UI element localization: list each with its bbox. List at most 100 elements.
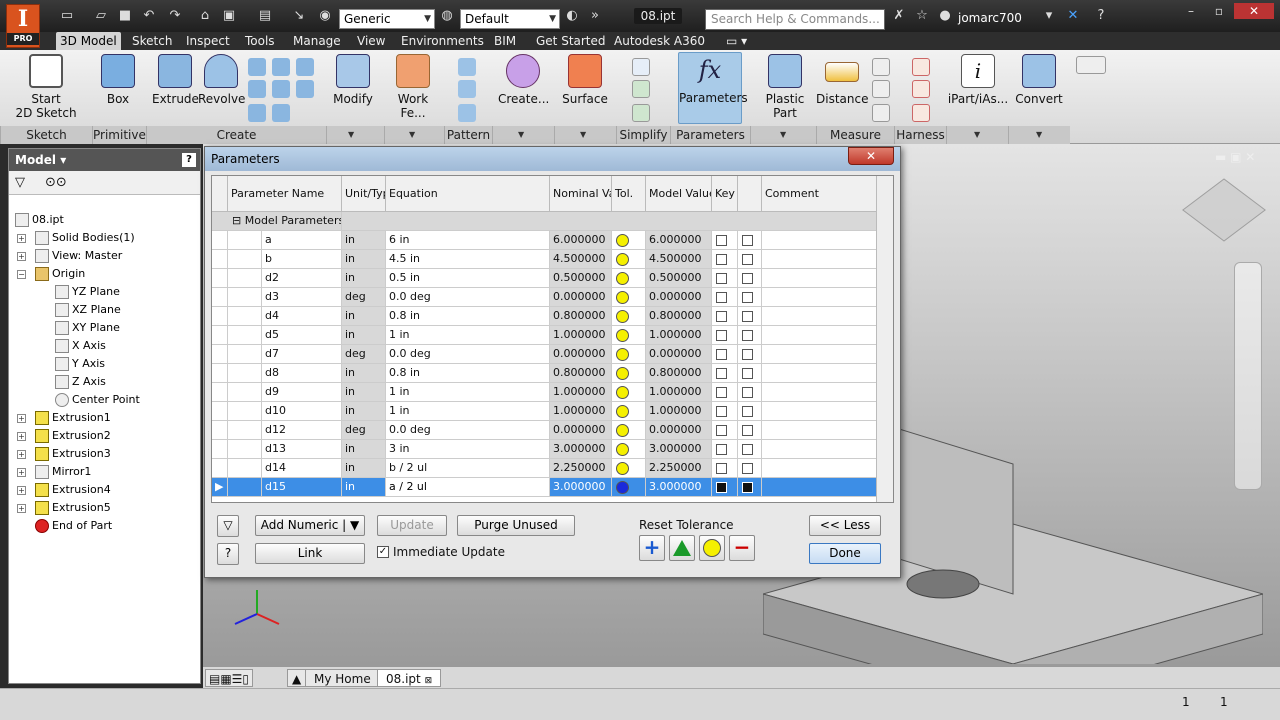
mirror-icon[interactable] xyxy=(458,104,476,122)
loft-icon[interactable] xyxy=(272,58,290,76)
checkbox[interactable] xyxy=(742,444,753,455)
open-file-icon[interactable]: ▱ xyxy=(92,8,110,24)
checkbox[interactable] xyxy=(742,368,753,379)
harness-wire-icon[interactable] xyxy=(912,58,930,76)
checkbox[interactable] xyxy=(716,482,727,493)
tab-3d-model[interactable]: 3D Model xyxy=(56,32,121,50)
immediate-update-checkbox[interactable]: ✓ xyxy=(377,546,389,558)
search-input[interactable]: Search Help & Commands... xyxy=(705,9,885,30)
checkbox[interactable] xyxy=(742,406,753,417)
find-binoculars-icon[interactable]: ⊙⊙ xyxy=(45,175,67,190)
export-cell[interactable] xyxy=(738,364,762,383)
comment-cell[interactable] xyxy=(762,440,877,459)
revolve-button[interactable]: Revolve xyxy=(198,54,245,106)
tree-item-x-axis[interactable]: X Axis xyxy=(55,337,106,355)
comment-cell[interactable] xyxy=(762,307,877,326)
expand-icon[interactable]: + xyxy=(17,450,26,459)
new-file-icon[interactable]: ▭ xyxy=(58,8,76,24)
comment-cell[interactable] xyxy=(762,402,877,421)
tolerance-cell[interactable] xyxy=(612,345,646,364)
close-window-icon[interactable]: ✕ xyxy=(1234,3,1274,19)
equation-cell[interactable]: 1 in xyxy=(386,383,550,402)
equation-cell[interactable]: 0.8 in xyxy=(386,307,550,326)
export-cell[interactable] xyxy=(738,459,762,478)
tree-item-end-of-part[interactable]: End of Part xyxy=(35,517,112,535)
checkbox[interactable] xyxy=(716,349,727,360)
select-icon[interactable]: ▤ xyxy=(256,8,274,24)
comment-cell[interactable] xyxy=(762,269,877,288)
checkbox[interactable] xyxy=(742,311,753,322)
tolerance-cell[interactable] xyxy=(612,383,646,402)
canvas-minimize-icon[interactable]: ▬ ▣ ✕ xyxy=(1215,150,1255,164)
comment-cell[interactable] xyxy=(762,421,877,440)
key-cell[interactable] xyxy=(712,326,738,345)
clear-appearance-icon[interactable]: ◐ xyxy=(563,8,581,24)
derive-icon[interactable] xyxy=(296,80,314,98)
header-nominal-value[interactable]: Nominal Valu xyxy=(550,176,612,212)
viewcube[interactable] xyxy=(1182,178,1266,242)
checkbox[interactable] xyxy=(716,444,727,455)
tolerance-cell[interactable] xyxy=(612,250,646,269)
coil-icon[interactable] xyxy=(296,58,314,76)
tab-close-icon[interactable]: ⊠ xyxy=(425,676,433,686)
expand-icon[interactable]: + xyxy=(17,252,26,261)
save-icon[interactable]: ■ xyxy=(116,8,134,24)
exchange-apps-icon[interactable]: ✕ xyxy=(1064,8,1082,24)
more-icon[interactable]: » xyxy=(586,8,604,24)
header-comment[interactable]: Comment xyxy=(762,176,877,212)
rectangular-pattern-icon[interactable] xyxy=(458,58,476,76)
parameter-row[interactable]: d2 in 0.5 in 0.500000 0.500000 xyxy=(212,269,877,288)
user-icon[interactable]: ● xyxy=(936,8,954,24)
tree-item-center-point[interactable]: Center Point xyxy=(55,391,140,409)
define-envelopes-icon[interactable] xyxy=(632,80,650,98)
export-cell[interactable] xyxy=(738,345,762,364)
tab-bim[interactable]: BIM xyxy=(490,32,520,50)
checkbox[interactable] xyxy=(716,235,727,246)
export-cell[interactable] xyxy=(738,383,762,402)
tolerance-cell[interactable] xyxy=(612,307,646,326)
checkbox[interactable] xyxy=(716,463,727,474)
lower-tolerance-icon[interactable]: − xyxy=(729,535,755,561)
equation-cell[interactable]: 0.5 in xyxy=(386,269,550,288)
header-key[interactable]: Key xyxy=(712,176,738,212)
tree-item-extrusion2[interactable]: Extrusion2 xyxy=(35,427,111,445)
checkbox[interactable] xyxy=(742,463,753,474)
start-sketch-button[interactable]: Start 2D Sketch xyxy=(14,54,78,120)
key-cell[interactable] xyxy=(712,250,738,269)
checkbox[interactable] xyxy=(716,254,727,265)
comment-cell[interactable] xyxy=(762,459,877,478)
tree-item-solid-bodies[interactable]: Solid Bodies(1) xyxy=(35,229,135,247)
checkbox[interactable] xyxy=(716,425,727,436)
equation-cell[interactable]: b / 2 ul xyxy=(386,459,550,478)
tolerance-cell[interactable] xyxy=(612,440,646,459)
key-cell[interactable] xyxy=(712,269,738,288)
expand-icon[interactable]: + xyxy=(17,414,26,423)
nominal-tolerance-icon[interactable] xyxy=(699,535,725,561)
expand-icon[interactable]: + xyxy=(17,234,26,243)
tree-item-extrusion3[interactable]: Extrusion3 xyxy=(35,445,111,463)
minimize-icon[interactable]: – xyxy=(1178,3,1204,19)
tolerance-cell[interactable] xyxy=(612,288,646,307)
key-cell[interactable] xyxy=(712,440,738,459)
maximize-icon[interactable]: ▫ xyxy=(1206,3,1232,19)
browser-header[interactable]: Model ▾ ? xyxy=(9,149,200,171)
checkbox[interactable] xyxy=(742,349,753,360)
remove-details-icon[interactable] xyxy=(632,58,650,76)
plastic-part-dropdown-icon[interactable]: ▼ xyxy=(780,130,786,139)
checkbox[interactable] xyxy=(742,425,753,436)
freeform-dropdown-icon[interactable]: ▼ xyxy=(518,130,524,139)
export-cell[interactable] xyxy=(738,402,762,421)
group-label[interactable]: ⊟ Model Parameters xyxy=(212,212,342,231)
checkbox[interactable] xyxy=(716,330,727,341)
filter-button[interactable]: ▽ xyxy=(217,515,239,537)
convert-button[interactable]: Convert xyxy=(1014,54,1064,106)
key-cell[interactable] xyxy=(712,345,738,364)
tree-item-z-axis[interactable]: Z Axis xyxy=(55,373,106,391)
export-cell[interactable] xyxy=(738,478,762,497)
browser-help-icon[interactable]: ? xyxy=(182,153,196,167)
update-icon[interactable]: ▣ xyxy=(220,8,238,24)
equation-cell[interactable]: 0.0 deg xyxy=(386,345,550,364)
checkbox[interactable] xyxy=(716,273,727,284)
tree-item-yz-plane[interactable]: YZ Plane xyxy=(55,283,120,301)
communication-center-icon[interactable]: ✗ xyxy=(890,8,908,24)
